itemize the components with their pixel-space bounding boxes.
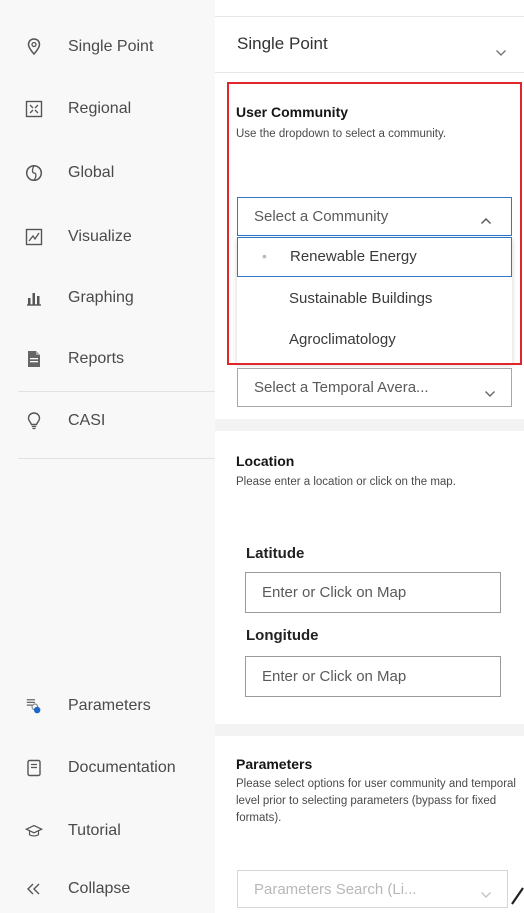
latitude-label: Latitude xyxy=(246,545,305,562)
sidebar-item-single-point[interactable]: Single Point xyxy=(0,27,215,67)
option-label: Agroclimatology xyxy=(289,331,396,348)
option-label: Renewable Energy xyxy=(290,248,417,265)
longitude-input[interactable]: Enter or Click on Map xyxy=(245,656,501,697)
temporal-select-placeholder: Select a Temporal Avera... xyxy=(254,379,429,396)
chevron-down-icon xyxy=(484,385,496,402)
sidebar-item-label: CASI xyxy=(68,412,106,429)
main-panel: Single Point User Community Use the drop… xyxy=(215,0,524,913)
section-separator xyxy=(215,419,524,431)
sidebar-item-label: Global xyxy=(68,164,115,181)
region-expand-icon xyxy=(25,100,43,118)
community-option-agroclimatology[interactable]: Agroclimatology xyxy=(237,321,512,361)
option-dot: • xyxy=(262,248,267,264)
sidebar-item-label: Single Point xyxy=(68,38,154,55)
user-community-help: Use the dropdown to select a community. xyxy=(236,128,447,140)
resize-handle-icon[interactable] xyxy=(511,885,524,910)
temporal-select[interactable]: Select a Temporal Avera... xyxy=(237,368,512,407)
parameters-title: Parameters xyxy=(236,756,313,772)
section-separator xyxy=(215,724,524,736)
book-icon xyxy=(25,759,43,777)
mode-select[interactable]: Single Point xyxy=(215,24,524,70)
sidebar-item-regional[interactable]: Regional xyxy=(0,89,215,129)
chevron-up-icon xyxy=(480,212,492,229)
sidebar-item-reports[interactable]: Reports xyxy=(0,339,215,379)
sidebar-divider xyxy=(18,391,215,392)
globe-icon xyxy=(25,164,43,182)
sidebar-item-label: Reports xyxy=(68,350,125,367)
chart-image-icon xyxy=(25,228,43,246)
parameters-icon xyxy=(25,697,43,715)
community-option-sustainable-buildings[interactable]: Sustainable Buildings xyxy=(237,279,512,319)
latitude-placeholder: Enter or Click on Map xyxy=(262,584,407,601)
graduation-cap-icon xyxy=(25,822,43,840)
latitude-input[interactable]: Enter or Click on Map xyxy=(245,572,501,613)
community-option-renewable-energy[interactable]: • Renewable Energy xyxy=(237,237,512,277)
sidebar-item-global[interactable]: Global xyxy=(0,153,215,193)
sidebar: Single Point Regional Global Visualize G… xyxy=(0,0,215,913)
sidebar-item-label: Documentation xyxy=(68,759,176,776)
option-label: Sustainable Buildings xyxy=(289,290,433,307)
community-select[interactable]: Select a Community xyxy=(237,197,512,236)
document-icon xyxy=(25,350,43,368)
parameters-search[interactable]: Parameters Search (Li... xyxy=(237,870,508,908)
sidebar-item-label: Graphing xyxy=(68,289,134,306)
sidebar-item-casi[interactable]: CASI xyxy=(0,401,215,441)
parameters-help: Please select options for user community… xyxy=(236,778,516,824)
location-pin-icon xyxy=(25,38,43,56)
sidebar-item-label: Regional xyxy=(68,100,132,117)
bar-chart-icon xyxy=(25,289,43,307)
location-title: Location xyxy=(236,453,295,469)
sidebar-item-graphing[interactable]: Graphing xyxy=(0,278,215,318)
sidebar-item-label: Parameters xyxy=(68,697,151,714)
chevron-down-icon xyxy=(480,886,492,903)
sidebar-item-visualize[interactable]: Visualize xyxy=(0,217,215,257)
longitude-placeholder: Enter or Click on Map xyxy=(262,668,407,685)
longitude-label: Longitude xyxy=(246,627,319,644)
chevron-down-icon xyxy=(495,44,507,62)
divider xyxy=(215,72,524,73)
sidebar-divider xyxy=(18,458,215,459)
sidebar-item-label: Tutorial xyxy=(68,822,121,839)
sidebar-item-label: Collapse xyxy=(68,880,131,897)
double-chevron-left-icon xyxy=(25,880,43,898)
parameters-search-placeholder: Parameters Search (Li... xyxy=(254,880,417,898)
community-select-placeholder: Select a Community xyxy=(254,208,389,225)
sidebar-item-tutorial[interactable]: Tutorial xyxy=(0,811,215,851)
sidebar-item-collapse[interactable]: Collapse xyxy=(0,869,215,909)
user-community-title: User Community xyxy=(236,104,349,120)
sidebar-item-label: Visualize xyxy=(68,228,132,245)
mode-select-value: Single Point xyxy=(237,34,328,53)
community-dropdown-list: • Renewable Energy Sustainable Buildings… xyxy=(237,237,512,363)
sidebar-item-parameters[interactable]: Parameters xyxy=(0,686,215,726)
top-divider xyxy=(215,16,524,17)
lightbulb-icon xyxy=(25,412,43,430)
sidebar-item-documentation[interactable]: Documentation xyxy=(0,748,215,788)
location-help: Please enter a location or click on the … xyxy=(236,476,456,488)
